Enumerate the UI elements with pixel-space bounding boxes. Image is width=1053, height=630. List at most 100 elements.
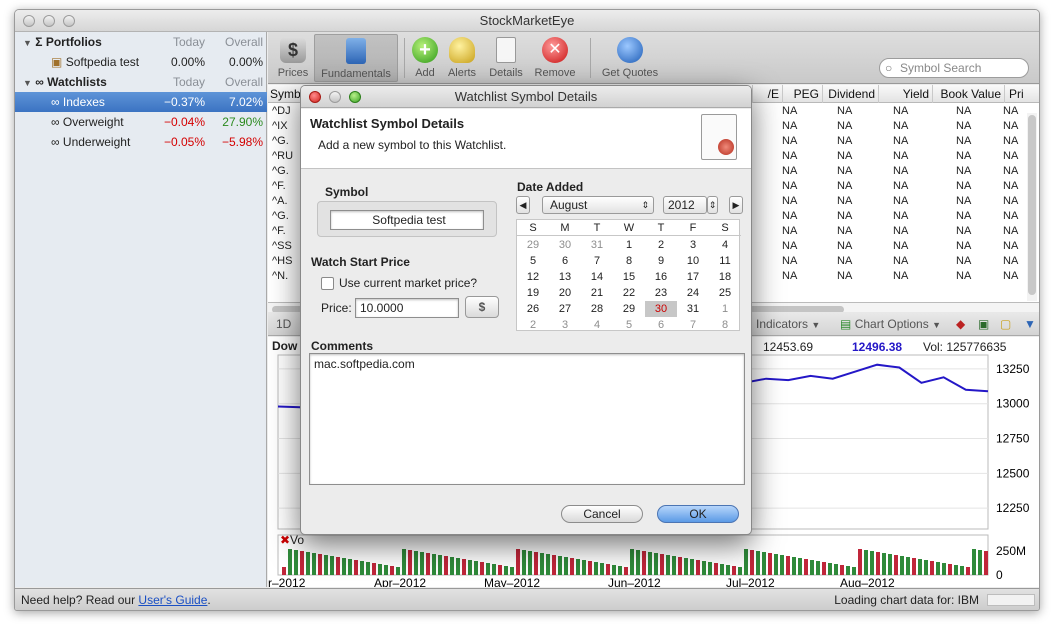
calendar-day[interactable]: 31 xyxy=(677,301,709,317)
period-1d-button[interactable]: 1D xyxy=(276,312,291,336)
volume-bar xyxy=(666,555,670,575)
watchlists-header[interactable]: ▼ ∞ Watchlists Today Overall xyxy=(15,72,267,92)
table-cell-symbol[interactable]: ^N. xyxy=(272,266,288,286)
calendar-day[interactable]: 29 xyxy=(517,237,549,253)
calendar-day[interactable]: 8 xyxy=(613,253,645,269)
details-button[interactable]: Details xyxy=(486,34,526,82)
calendar-day[interactable]: 12 xyxy=(517,269,549,285)
calendar-day[interactable]: 19 xyxy=(517,285,549,301)
calendar-day[interactable]: 24 xyxy=(677,285,709,301)
calendar-day[interactable]: 27 xyxy=(549,301,581,317)
calendar-day[interactable]: 13 xyxy=(549,269,581,285)
price-field[interactable]: 10.0000 xyxy=(355,298,459,318)
calendar-day[interactable]: 17 xyxy=(677,269,709,285)
comments-textarea[interactable]: mac.softpedia.com xyxy=(309,353,745,485)
details-label: Details xyxy=(489,67,523,79)
volume-bar xyxy=(396,567,400,575)
calendar-day[interactable]: 18 xyxy=(709,269,741,285)
calendar-day[interactable]: 21 xyxy=(581,285,613,301)
use-market-price-checkbox[interactable] xyxy=(321,277,334,290)
volume-bar xyxy=(636,550,640,575)
tag-icon[interactable]: ◆ xyxy=(956,312,965,336)
calendar-day[interactable]: 28 xyxy=(581,301,613,317)
disclosure-triangle-icon[interactable]: ▼ xyxy=(23,78,32,88)
dialog-zoom-button[interactable] xyxy=(349,91,361,103)
sidebar-item-softpedia-test[interactable]: ▣ Softpedia test 0.00% 0.00% xyxy=(15,52,267,72)
add-button[interactable]: + Add xyxy=(410,34,440,82)
close-window-button[interactable] xyxy=(23,15,35,27)
calendar-day[interactable]: 29 xyxy=(613,301,645,317)
volume-bar xyxy=(408,550,412,575)
month-select[interactable]: August ⇕ xyxy=(542,196,654,214)
price-lookup-dollar-icon[interactable]: $ xyxy=(465,296,499,318)
x-tick-label: Aug–2012 xyxy=(840,576,895,587)
alerts-button[interactable]: Alerts xyxy=(444,34,480,82)
calendar-day[interactable]: 7 xyxy=(677,317,709,333)
calendar-day[interactable]: 2 xyxy=(517,317,549,333)
table-vertical-scrollbar[interactable] xyxy=(1027,113,1037,301)
calendar-day[interactable]: 22 xyxy=(613,285,645,301)
calendar-day[interactable]: 9 xyxy=(645,253,677,269)
symbol-search-input[interactable]: ○ Symbol Search xyxy=(879,58,1029,78)
calendar-day[interactable]: 23 xyxy=(645,285,677,301)
chart-options-menu[interactable]: ▤ Chart Options ▼ xyxy=(840,312,941,337)
indicators-menu[interactable]: Indicators ▼ xyxy=(756,312,820,337)
zoom-window-button[interactable] xyxy=(63,15,75,27)
calendar-day[interactable]: 2 xyxy=(645,237,677,253)
year-stepper[interactable]: ⇕ xyxy=(707,196,718,214)
calendar-day[interactable]: 4 xyxy=(581,317,613,333)
calendar-day[interactable]: 8 xyxy=(709,317,741,333)
calendar-day[interactable]: 4 xyxy=(709,237,741,253)
symbol-field[interactable]: Softpedia test xyxy=(330,210,484,230)
sidebar-item-indexes[interactable]: ∞ Indexes −0.37% 7.02% xyxy=(15,92,267,112)
column-header-pe[interactable]: /E xyxy=(752,85,782,103)
calendar-day[interactable]: 6 xyxy=(549,253,581,269)
calendar-day[interactable]: 14 xyxy=(581,269,613,285)
calendar-day[interactable]: 7 xyxy=(581,253,613,269)
calendar-day[interactable]: 3 xyxy=(549,317,581,333)
search-placeholder: Symbol Search xyxy=(900,61,982,75)
dialog-close-button[interactable] xyxy=(309,91,321,103)
calendar-day[interactable]: 25 xyxy=(709,285,741,301)
minimize-window-button[interactable] xyxy=(43,15,55,27)
calendar-day[interactable]: 6 xyxy=(645,317,677,333)
calendar-day[interactable]: 30 xyxy=(549,237,581,253)
calendar-day[interactable]: 26 xyxy=(517,301,549,317)
calendar-day[interactable]: 5 xyxy=(517,253,549,269)
sidebar-item-overweight[interactable]: ∞ Overweight −0.04% 27.90% xyxy=(15,112,267,132)
get-quotes-button[interactable]: Get Quotes xyxy=(598,34,662,82)
calendar-day[interactable]: 1 xyxy=(613,237,645,253)
calendar-day[interactable]: 11 xyxy=(709,253,741,269)
year-field[interactable]: 2012 xyxy=(663,196,707,214)
volume-bar xyxy=(804,559,808,575)
disclosure-triangle-icon[interactable]: ▼ xyxy=(23,38,32,48)
cancel-button[interactable]: Cancel xyxy=(561,505,643,523)
prices-button[interactable]: $ Prices xyxy=(274,34,312,82)
next-month-button[interactable]: ▶ xyxy=(729,196,743,214)
calendar-day[interactable]: 10 xyxy=(677,253,709,269)
save-icon[interactable]: ▣ xyxy=(978,312,989,336)
remove-button[interactable]: ✕ Remove xyxy=(532,34,578,82)
users-guide-link[interactable]: User's Guide xyxy=(138,593,207,607)
sidebar-item-underweight[interactable]: ∞ Underweight −0.05% −5.98% xyxy=(15,132,267,152)
portfolios-header[interactable]: ▼ Σ Portfolios Today Overall xyxy=(15,32,267,52)
toolbar-separator xyxy=(590,38,591,78)
previous-month-button[interactable]: ◀ xyxy=(516,196,530,214)
calendar-day[interactable]: 20 xyxy=(549,285,581,301)
fundamentals-button[interactable]: Fundamentals xyxy=(314,34,398,82)
calendar-day[interactable]: 31 xyxy=(581,237,613,253)
scroll-thumb[interactable] xyxy=(1028,115,1036,295)
volume-close-icon[interactable]: ✖ xyxy=(280,533,290,547)
calendar-day[interactable]: 3 xyxy=(677,237,709,253)
ok-button[interactable]: OK xyxy=(657,505,739,523)
calendar-day[interactable]: 1 xyxy=(709,301,741,317)
dialog-minimize-button[interactable] xyxy=(329,91,341,103)
calendar-day[interactable]: 15 xyxy=(613,269,645,285)
calendar-day[interactable]: 30 xyxy=(645,301,677,317)
collapse-chevron-icon[interactable]: ▼ xyxy=(1024,312,1036,336)
calendar-day[interactable]: 5 xyxy=(613,317,645,333)
note-icon[interactable]: ▢ xyxy=(1000,312,1011,336)
volume-bar xyxy=(300,551,304,575)
volume-bar xyxy=(498,565,502,575)
calendar-day[interactable]: 16 xyxy=(645,269,677,285)
